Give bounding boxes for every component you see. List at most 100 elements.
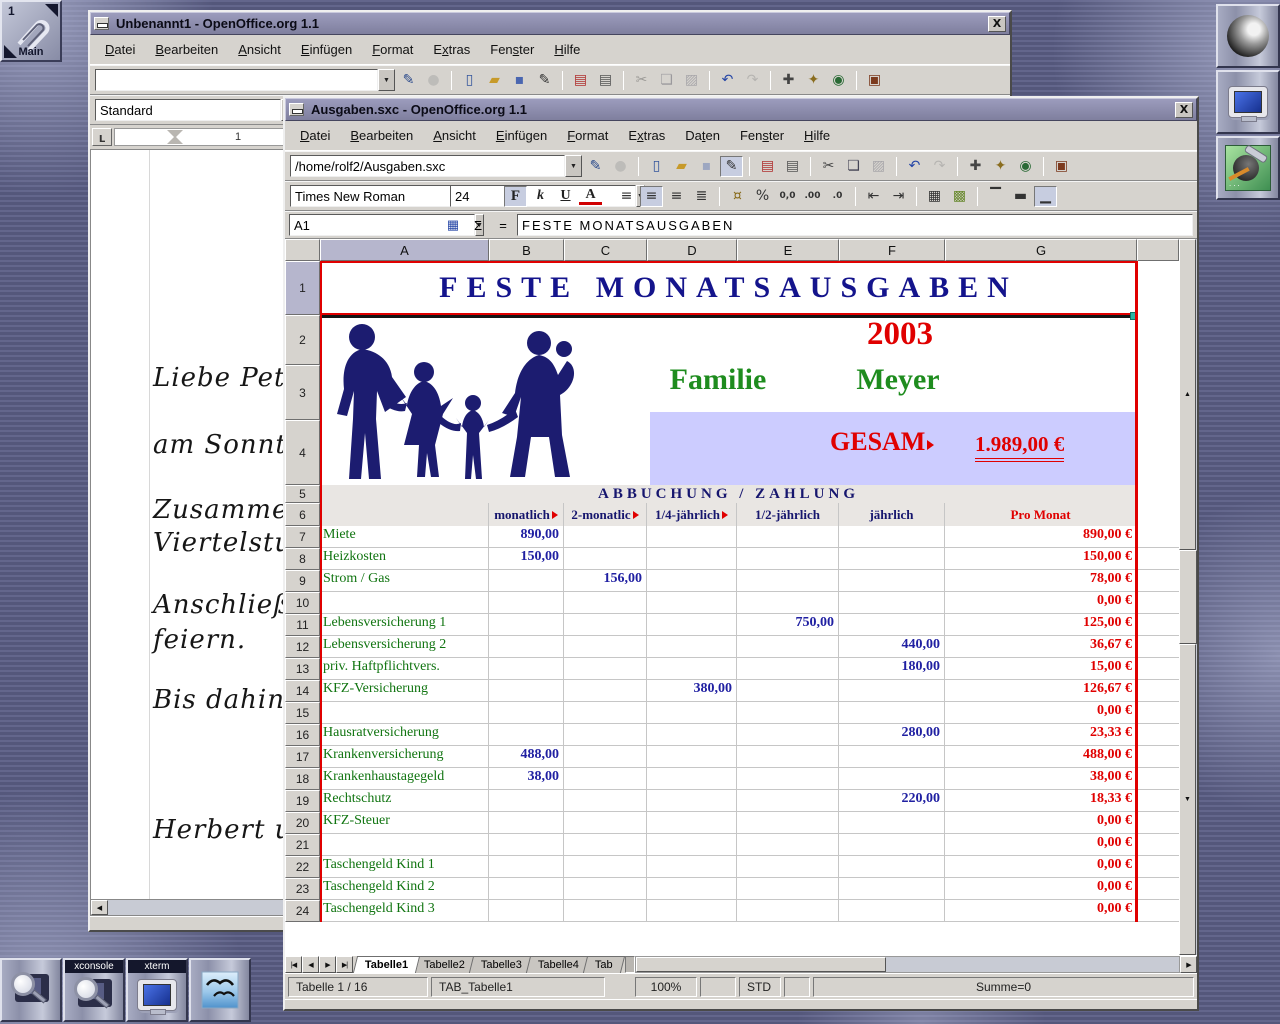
cell-d[interactable] bbox=[647, 724, 737, 746]
print-icon[interactable]: ▤ bbox=[594, 70, 617, 91]
cell-b[interactable] bbox=[489, 592, 564, 614]
font-name-combo[interactable]: ▼ bbox=[290, 185, 448, 207]
paragraph-style-input[interactable] bbox=[95, 99, 281, 121]
cell-d[interactable] bbox=[647, 878, 737, 900]
cell-pro-monat[interactable]: 38,00 € bbox=[945, 768, 1137, 790]
row-header-16[interactable]: 16 bbox=[285, 724, 320, 746]
cell-filler[interactable] bbox=[1137, 878, 1179, 900]
table-row[interactable]: Miete890,00890,00 € bbox=[320, 526, 1179, 548]
cell-label[interactable] bbox=[320, 834, 489, 856]
cell-period-2[interactable]: 2-monatlic bbox=[564, 503, 647, 526]
cell-c[interactable] bbox=[564, 724, 647, 746]
cell-period-4[interactable]: 1/2-jährlich bbox=[737, 503, 839, 526]
align-bottom-icon[interactable]: ▁ bbox=[1034, 186, 1057, 207]
tab-splitter[interactable] bbox=[625, 956, 635, 973]
cell-c[interactable] bbox=[564, 614, 647, 636]
cell-title[interactable]: FESTE MONATSAUSGABEN bbox=[320, 261, 1137, 315]
cell-pro-monat[interactable]: 488,00 € bbox=[945, 746, 1137, 768]
open-document-icon[interactable]: ▰ bbox=[670, 156, 693, 177]
cell-label[interactable]: KFZ-Steuer bbox=[320, 812, 489, 834]
cell-section-header[interactable]: ABBUCHUNG / ZAHLUNG bbox=[320, 486, 1137, 503]
menu-fenster[interactable]: Fenster bbox=[481, 39, 543, 60]
table-row[interactable]: Krankenversicherung488,00488,00 € bbox=[320, 746, 1179, 768]
cell-label[interactable]: Taschengeld Kind 3 bbox=[320, 900, 489, 922]
close-icon[interactable]: X bbox=[988, 16, 1006, 32]
cell-filler[interactable] bbox=[1137, 812, 1179, 834]
data-rows[interactable]: Miete890,00890,00 €Heizkosten150,00150,0… bbox=[320, 526, 1179, 922]
undo-icon[interactable]: ↶ bbox=[903, 156, 926, 177]
scroll-right-icon[interactable]: ▶ bbox=[1180, 956, 1197, 973]
writer-url-input[interactable] bbox=[95, 69, 378, 91]
menu-bearbeiten[interactable]: Bearbeiten bbox=[341, 125, 422, 146]
cut-icon[interactable]: ✂ bbox=[630, 70, 653, 91]
row-header-10[interactable]: 10 bbox=[285, 592, 320, 614]
row-header-17[interactable]: 17 bbox=[285, 746, 320, 768]
scroll-down-icon[interactable]: ▼ bbox=[1179, 644, 1196, 955]
cell-b[interactable] bbox=[489, 614, 564, 636]
cell-d[interactable] bbox=[647, 636, 737, 658]
cell-d[interactable] bbox=[647, 526, 737, 548]
cell-c[interactable] bbox=[564, 878, 647, 900]
cell-pro-monat[interactable]: 18,33 € bbox=[945, 790, 1137, 812]
cell-d[interactable] bbox=[647, 900, 737, 922]
cell-b[interactable] bbox=[489, 790, 564, 812]
chevron-down-icon[interactable]: ▼ bbox=[565, 155, 582, 177]
cell-b[interactable] bbox=[489, 702, 564, 724]
cell-f[interactable] bbox=[839, 812, 945, 834]
font-size-combo[interactable]: ▼ bbox=[450, 185, 502, 207]
cell-b[interactable] bbox=[489, 834, 564, 856]
image-anchor-handle[interactable] bbox=[1130, 312, 1138, 320]
sheet-tab-tabelle2[interactable]: Tabelle2 bbox=[412, 956, 477, 973]
table-row[interactable]: Strom / Gas156,0078,00 € bbox=[320, 570, 1179, 592]
cell-pro-monat[interactable]: 0,00 € bbox=[945, 592, 1137, 614]
cell-label[interactable]: Miete bbox=[320, 526, 489, 548]
copy-icon[interactable]: ❏ bbox=[842, 156, 865, 177]
cell-filler[interactable] bbox=[1137, 746, 1179, 768]
table-row[interactable]: KFZ-Steuer0,00 € bbox=[320, 812, 1179, 834]
cell-family-name[interactable]: Meyer bbox=[832, 363, 964, 397]
print-icon[interactable]: ▤ bbox=[781, 156, 804, 177]
corner-header[interactable] bbox=[285, 239, 320, 261]
table-row[interactable]: 0,00 € bbox=[320, 592, 1179, 614]
cell-label[interactable]: Taschengeld Kind 1 bbox=[320, 856, 489, 878]
cell-pro-monat[interactable]: 126,67 € bbox=[945, 680, 1137, 702]
column-header-b[interactable]: B bbox=[489, 239, 564, 261]
paste-icon[interactable]: ▨ bbox=[680, 70, 703, 91]
cell-label[interactable]: Lebensversicherung 2 bbox=[320, 636, 489, 658]
menu-einf-gen[interactable]: Einfügen bbox=[292, 39, 361, 60]
stylist-icon[interactable]: ✦ bbox=[802, 70, 825, 91]
writer-url-combo[interactable]: ▼ bbox=[95, 69, 395, 91]
close-icon[interactable]: X bbox=[1175, 102, 1193, 118]
document-url-combo[interactable]: ▼ bbox=[290, 155, 582, 177]
cell-e[interactable] bbox=[737, 592, 839, 614]
table-row[interactable]: priv. Haftpflichtvers.180,0015,00 € bbox=[320, 658, 1179, 680]
cell-filler[interactable] bbox=[1137, 680, 1179, 702]
vertical-scrollbar[interactable]: ▲ ▼ bbox=[1179, 239, 1197, 955]
menu-format[interactable]: Format bbox=[363, 39, 422, 60]
navigator-icon[interactable]: ✚ bbox=[777, 70, 800, 91]
cell-e[interactable] bbox=[737, 856, 839, 878]
cell-e[interactable] bbox=[737, 834, 839, 856]
menu-fenster[interactable]: Fenster bbox=[731, 125, 793, 146]
align-justify-icon[interactable]: ≣ bbox=[690, 186, 713, 207]
row-header-14[interactable]: 14 bbox=[285, 680, 320, 702]
window-menu-icon[interactable] bbox=[94, 17, 109, 30]
undo-icon[interactable]: ↶ bbox=[716, 70, 739, 91]
stop-loading-icon[interactable]: ● bbox=[422, 70, 445, 91]
taskbar-xconsole[interactable]: xconsole bbox=[63, 958, 125, 1022]
cell-label[interactable]: Krankenhaustagegeld bbox=[320, 768, 489, 790]
cell-d[interactable] bbox=[647, 702, 737, 724]
column-header-a[interactable]: A bbox=[320, 239, 489, 261]
cell-f[interactable] bbox=[839, 856, 945, 878]
cell-d[interactable] bbox=[647, 658, 737, 680]
cell-e[interactable] bbox=[737, 746, 839, 768]
cell-d[interactable] bbox=[647, 834, 737, 856]
menu-ansicht[interactable]: Ansicht bbox=[424, 125, 485, 146]
gallery-icon[interactable]: ▣ bbox=[1050, 156, 1073, 177]
table-row[interactable]: Krankenhaustagegeld38,0038,00 € bbox=[320, 768, 1179, 790]
horizontal-scrollbar[interactable] bbox=[635, 956, 1180, 973]
table-row[interactable]: Taschengeld Kind 10,00 € bbox=[320, 856, 1179, 878]
paste-icon[interactable]: ▨ bbox=[867, 156, 890, 177]
align-right-icon[interactable]: ≡ bbox=[665, 186, 688, 207]
next-sheet-icon[interactable]: ▶ bbox=[319, 956, 336, 973]
